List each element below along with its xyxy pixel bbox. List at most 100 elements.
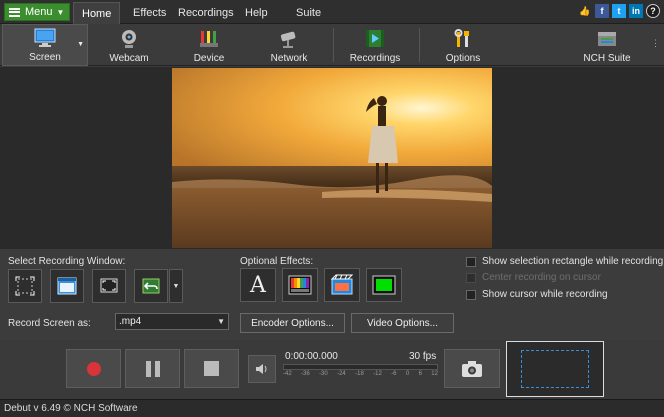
- level-bar: [283, 364, 438, 370]
- toolbar-nch-suite-button[interactable]: NCH Suite: [576, 24, 638, 66]
- status-bar: Debut v 6.49 © NCH Software: [0, 399, 664, 417]
- text-effect-icon: A: [250, 272, 266, 298]
- toolbar-separator: [333, 28, 334, 62]
- recording-window-label: Select Recording Window:: [8, 256, 126, 267]
- chevron-down-icon: ▼: [56, 7, 65, 17]
- level-tick-label: 6: [418, 371, 422, 377]
- level-tick-label: 0: [405, 371, 410, 377]
- checkbox-box: [466, 289, 476, 300]
- toolbar-screen-button[interactable]: Screen ▼: [2, 24, 88, 66]
- level-tick-label: -18: [355, 371, 364, 377]
- level-tick-label: -42: [283, 371, 292, 377]
- show-cursor-checkbox[interactable]: Show cursor while recording: [466, 289, 608, 300]
- tab-home[interactable]: Home: [73, 2, 121, 24]
- recording-time: 0:00:00.000: [285, 351, 338, 362]
- menu-label: Menu: [25, 6, 53, 18]
- tab-suite[interactable]: Suite: [288, 2, 329, 24]
- green-screen-button[interactable]: [366, 268, 402, 302]
- chevron-down-icon: ▼: [217, 317, 225, 326]
- record-button[interactable]: [66, 349, 121, 388]
- region-dropdown-button[interactable]: ▼: [169, 269, 183, 303]
- monitor-icon: [34, 28, 56, 47]
- stop-icon: [204, 361, 219, 376]
- color-bars-icon: [288, 275, 312, 295]
- select-region-button[interactable]: [8, 269, 42, 303]
- window-icon: [57, 277, 77, 295]
- window-button[interactable]: [50, 269, 84, 303]
- checkbox-box: [466, 256, 476, 267]
- show-cursor-label: Show cursor while recording: [482, 289, 608, 300]
- level-tick-label: -6: [391, 371, 397, 377]
- pause-button[interactable]: [125, 349, 180, 388]
- level-tick-label: -30: [319, 371, 328, 377]
- format-select[interactable]: .mp4 ▼: [115, 313, 229, 330]
- facebook-icon[interactable]: f: [595, 4, 609, 18]
- video-preview: [172, 68, 492, 248]
- device-icon: [200, 31, 218, 47]
- tab-effects[interactable]: Effects: [125, 2, 174, 24]
- toolbar-recordings-label: Recordings: [349, 53, 401, 64]
- toolbar-device-label: Device: [193, 53, 225, 64]
- checkbox-box: [466, 272, 476, 283]
- pause-icon: [145, 360, 160, 377]
- record-icon: [86, 361, 101, 376]
- selection-rectangle: [521, 350, 589, 388]
- hamburger-icon: [9, 7, 20, 17]
- center-recording-checkbox[interactable]: Center recording on cursor: [466, 272, 601, 283]
- undo-region-button[interactable]: [134, 269, 168, 303]
- frame-rate: 30 fps: [409, 351, 437, 362]
- text-effect-button[interactable]: A: [240, 268, 276, 302]
- show-selection-label: Show selection rectangle while recording: [482, 256, 664, 267]
- toolbar-screen-label: Screen: [29, 52, 61, 63]
- show-selection-checkbox[interactable]: Show selection rectangle while recording: [466, 256, 663, 267]
- stop-button[interactable]: [184, 349, 239, 388]
- level-tick-label: -36: [301, 371, 310, 377]
- network-camera-icon: [280, 31, 296, 48]
- format-value: .mp4: [119, 316, 142, 327]
- toolbar-recordings-button[interactable]: Recordings: [343, 24, 407, 66]
- toolbar-device-button[interactable]: Device: [178, 24, 240, 66]
- level-ticks: -42 -36 -30 -24 -18 -12 -6 0 6 12: [283, 371, 438, 380]
- tab-recordings[interactable]: Recordings: [170, 2, 242, 24]
- chevron-down-icon: ▼: [77, 41, 84, 48]
- social-links: 👍 f t in ?: [578, 4, 660, 18]
- record-format-label: Record Screen as:: [8, 318, 91, 329]
- speaker-icon: [256, 364, 267, 374]
- toolbar-webcam-button[interactable]: Webcam: [98, 24, 160, 66]
- color-effect-button[interactable]: [282, 268, 318, 302]
- toolbar-network-button[interactable]: Network: [258, 24, 320, 66]
- toolbar-separator: [419, 28, 420, 62]
- recordings-icon: [366, 30, 384, 47]
- snapshot-preview[interactable]: [506, 341, 604, 397]
- status-text: Debut v 6.49 © NCH Software: [4, 403, 138, 414]
- toolbar: Screen ▼ Webcam Device Network Recording…: [0, 24, 664, 66]
- fullscreen-icon: [100, 278, 118, 293]
- snapshot-button[interactable]: [444, 349, 500, 388]
- green-screen-icon: [372, 275, 396, 295]
- level-tick-label: -12: [373, 371, 382, 377]
- more-icon[interactable]: ⋮: [651, 38, 660, 49]
- toolbar-nch-suite-label: NCH Suite: [583, 53, 631, 64]
- encoder-options-button[interactable]: Encoder Options...: [240, 313, 345, 333]
- volume-button[interactable]: [248, 355, 276, 383]
- select-region-icon: [15, 276, 35, 296]
- twitter-icon[interactable]: t: [612, 4, 626, 18]
- nch-suite-icon: [598, 32, 616, 46]
- toolbar-options-button[interactable]: Options: [432, 24, 494, 66]
- video-effect-button[interactable]: [324, 268, 360, 302]
- thumbs-up-icon[interactable]: 👍: [578, 4, 592, 18]
- menu-button[interactable]: Menu ▼: [4, 3, 70, 21]
- linkedin-icon[interactable]: in: [629, 4, 643, 18]
- menu-bar: Menu ▼ Home Effects Recordings Help Suit…: [0, 0, 664, 24]
- effects-label: Optional Effects:: [240, 256, 314, 267]
- audio-level-meter: -42 -36 -30 -24 -18 -12 -6 0 6 12: [283, 364, 438, 380]
- preview-image: [172, 68, 492, 248]
- tab-help[interactable]: Help: [237, 2, 276, 24]
- tools-icon: [454, 29, 469, 47]
- video-options-button[interactable]: Video Options...: [351, 313, 454, 333]
- help-icon[interactable]: ?: [646, 4, 660, 18]
- fullscreen-button[interactable]: [92, 269, 126, 303]
- toolbar-webcam-label: Webcam: [109, 53, 149, 64]
- webcam-icon: [122, 30, 136, 48]
- video-overlay-icon: [330, 274, 354, 295]
